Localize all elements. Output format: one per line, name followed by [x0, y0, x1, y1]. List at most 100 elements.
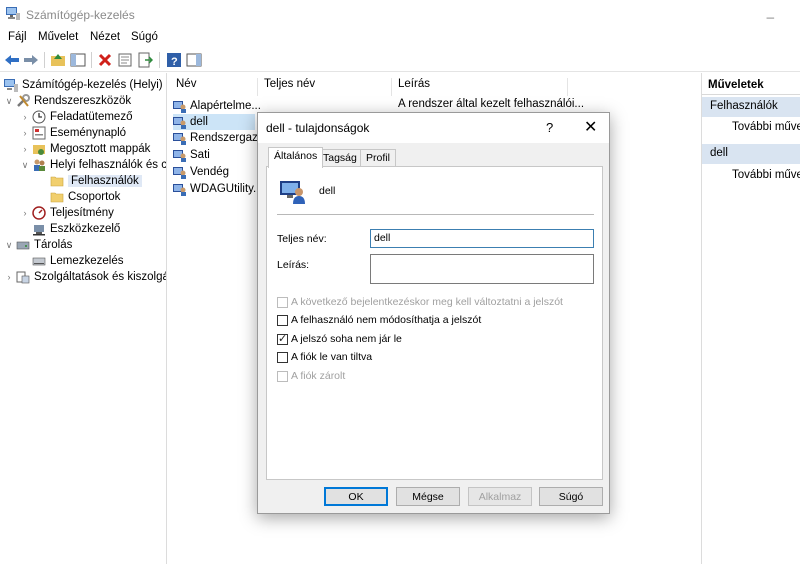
user-icon: [173, 167, 186, 179]
menu-action[interactable]: Művelet: [38, 31, 78, 43]
tree-device-manager[interactable]: Eszközkezelő: [32, 221, 120, 237]
list-item[interactable]: dell: [173, 114, 255, 130]
tree-shared-folders[interactable]: › Megosztott mappák: [20, 141, 150, 157]
chevron-down-icon[interactable]: ∨: [20, 160, 30, 171]
tree-users[interactable]: Felhasználók: [50, 173, 142, 189]
cannot-change-password-checkbox[interactable]: A felhasználó nem módosíthatja a jelszót: [277, 314, 481, 326]
device-manager-icon: [33, 225, 45, 236]
forward-icon[interactable]: [23, 52, 39, 68]
account-locked-checkbox[interactable]: A fiók zárolt: [277, 370, 345, 382]
storage-icon: [16, 241, 30, 250]
list-item[interactable]: WDAGUtility...: [173, 181, 263, 197]
chevron-right-icon[interactable]: ›: [20, 144, 30, 154]
export-list-icon[interactable]: [137, 52, 153, 68]
actions-header: Műveletek: [702, 77, 800, 95]
dialog-title: dell - tulajdonságok: [266, 121, 370, 135]
user-icon: [173, 101, 186, 113]
close-icon[interactable]: ✕: [584, 117, 597, 137]
list-item[interactable]: Alapértelme...: [173, 98, 261, 114]
disk-icon: [32, 257, 46, 266]
list-item[interactable]: Rendszergaz...: [173, 130, 267, 146]
toolbar: ?: [0, 48, 800, 72]
column-header-description[interactable]: Leírás: [392, 78, 568, 96]
description-cell: A rendszer által kezelt felhasználói...: [398, 98, 585, 110]
tree-groups[interactable]: Csoportok: [50, 189, 120, 205]
tree-root[interactable]: Számítógép-kezelés (Helyi): [4, 77, 163, 93]
account-disabled-checkbox[interactable]: A fiók le van tiltva: [277, 351, 372, 363]
chevron-right-icon[interactable]: ›: [20, 208, 30, 218]
username-label: dell: [319, 185, 336, 197]
tab-page-general: dell Teljes név: dell Leírás: A következ…: [266, 166, 603, 480]
column-header-name[interactable]: Név: [170, 78, 258, 96]
actions-section-dell[interactable]: dell: [702, 144, 800, 164]
properties-icon[interactable]: [117, 52, 133, 68]
checkmark-icon: ✓: [278, 332, 288, 345]
computer-management-icon: [4, 79, 18, 92]
tree-disk-management[interactable]: Lemezkezelés: [32, 253, 124, 269]
description-field[interactable]: [370, 254, 594, 284]
services-icon: [16, 271, 30, 284]
ok-button[interactable]: OK: [324, 487, 388, 506]
up-folder-icon[interactable]: [50, 52, 66, 68]
tab-general[interactable]: Általános: [268, 147, 324, 168]
column-header-fullname[interactable]: Teljes név: [258, 78, 392, 96]
user-icon: [173, 133, 186, 145]
more-actions-link[interactable]: További művele: [732, 169, 800, 181]
menu-file[interactable]: Fájl: [8, 31, 27, 43]
cancel-button[interactable]: Mégse: [396, 487, 460, 506]
users-icon: [34, 159, 45, 171]
list-item[interactable]: Sati: [173, 147, 210, 163]
must-change-password-checkbox[interactable]: A következő bejelentkezéskor meg kell vá…: [277, 296, 563, 308]
tree-services-applications[interactable]: › Szolgáltatások és kiszolgáló: [4, 269, 166, 285]
chevron-right-icon[interactable]: ›: [20, 128, 30, 138]
fullname-field[interactable]: dell: [370, 229, 594, 248]
tree-performance[interactable]: › Teljesítmény: [20, 205, 114, 221]
help-icon[interactable]: ?: [166, 52, 182, 68]
console-tree: Számítógép-kezelés (Helyi) ∨ Rendszeresz…: [0, 73, 167, 564]
shared-folder-icon: [33, 145, 45, 155]
more-actions-link[interactable]: További művele: [732, 121, 800, 133]
description-label: Leírás:: [277, 259, 310, 271]
tree-system-tools[interactable]: ∨ Rendszereszközök: [4, 93, 131, 109]
help-dialog-button[interactable]: Súgó: [539, 487, 603, 506]
back-icon[interactable]: [4, 52, 20, 68]
password-never-expires-checkbox[interactable]: ✓ A jelszó soha nem jár le: [277, 333, 402, 345]
tree-storage[interactable]: ∨ Tárolás: [4, 237, 73, 253]
show-hide-tree-icon[interactable]: [70, 52, 86, 68]
clock-icon: [32, 110, 46, 124]
help-button[interactable]: ?: [546, 120, 553, 135]
svg-text:?: ?: [171, 56, 178, 68]
tab-membership[interactable]: Tagság: [317, 149, 363, 167]
tools-icon: [17, 94, 30, 107]
user-icon: [280, 181, 305, 204]
actions-pane: Műveletek Felhasználók További művele de…: [701, 73, 800, 564]
chevron-right-icon[interactable]: ›: [20, 112, 30, 122]
tree-task-scheduler[interactable]: › Feladatütemező: [20, 109, 132, 125]
chevron-down-icon[interactable]: ∨: [4, 240, 14, 251]
delete-icon[interactable]: [97, 52, 113, 68]
folder-icon: [50, 192, 64, 203]
event-log-icon: [32, 126, 46, 140]
tree-local-users-groups[interactable]: ∨ Helyi felhasználók és cs: [20, 157, 166, 173]
menu-help[interactable]: Súgó: [131, 31, 158, 43]
chevron-down-icon[interactable]: ∨: [4, 96, 14, 107]
minimize-icon[interactable]: _: [767, 4, 774, 19]
folder-icon: [50, 176, 64, 187]
list-item[interactable]: Vendég: [173, 164, 229, 180]
window-title: Számítógép-kezelés: [26, 8, 135, 22]
view-pane-icon[interactable]: [186, 52, 202, 68]
dialog-title-bar: dell - tulajdonságok ? ✕: [258, 113, 609, 143]
menu-bar: Fájl Művelet Nézet Súgó: [0, 28, 800, 48]
tab-profile[interactable]: Profil: [360, 149, 396, 167]
user-icon: [173, 117, 186, 129]
title-bar: Számítógép-kezelés _: [0, 0, 800, 28]
properties-dialog: dell - tulajdonságok ? ✕ Általános Tagsá…: [257, 112, 610, 514]
fullname-label: Teljes név:: [277, 233, 327, 245]
apply-button[interactable]: Alkalmaz: [468, 487, 532, 506]
user-icon: [173, 184, 186, 196]
user-icon: [173, 150, 186, 162]
actions-section-users[interactable]: Felhasználók: [702, 97, 800, 117]
tree-event-viewer[interactable]: › Eseménynapló: [20, 125, 126, 141]
chevron-right-icon[interactable]: ›: [4, 272, 14, 282]
menu-view[interactable]: Nézet: [90, 31, 120, 43]
